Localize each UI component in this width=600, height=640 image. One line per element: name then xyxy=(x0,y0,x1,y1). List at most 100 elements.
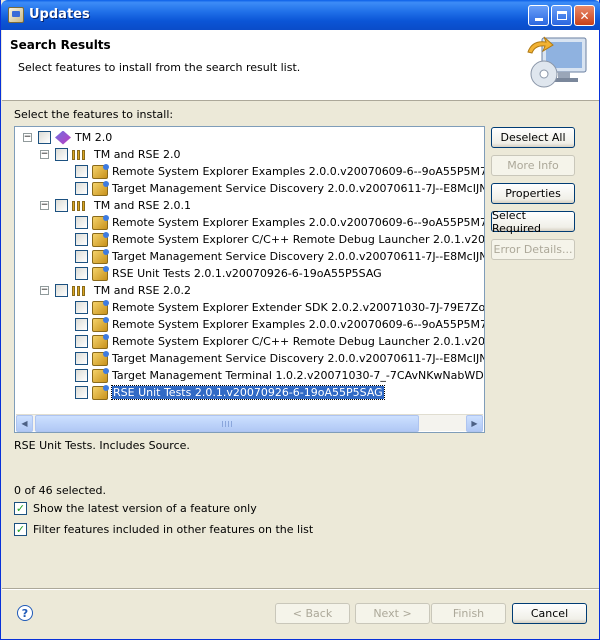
header-banner: Search Results Select features to instal… xyxy=(2,30,599,101)
feature-icon xyxy=(92,367,109,383)
feature-checkbox[interactable] xyxy=(75,369,88,382)
deselect-all-button[interactable]: Deselect All xyxy=(491,127,575,148)
feature-row[interactable]: Target Management Terminal 1.0.2.v200710… xyxy=(60,367,484,384)
error-details-button[interactable]: Error Details... xyxy=(491,239,575,260)
tree-item-label: Remote System Explorer Examples 2.0.0.v2… xyxy=(112,165,485,178)
feature-icon xyxy=(92,299,109,315)
footer-divider xyxy=(2,588,599,590)
tree-item-label: RSE Unit Tests 2.0.1.v20070926-6-19oA55P… xyxy=(112,267,382,280)
close-icon: ✕ xyxy=(579,8,590,23)
show-latest-checkbox[interactable]: ✓ xyxy=(14,502,27,515)
help-icon[interactable]: ? xyxy=(17,605,33,621)
filter-included-label: Filter features included in other featur… xyxy=(33,523,314,536)
title-bar[interactable]: Updates ✕ xyxy=(1,0,600,30)
select-required-button[interactable]: Select Required xyxy=(491,209,575,235)
feature-row[interactable]: Remote System Explorer C/C++ Remote Debu… xyxy=(60,231,485,248)
tree-item-label: TM and RSE 2.0 xyxy=(94,148,181,161)
feature-checkbox[interactable] xyxy=(55,148,68,161)
feature-checkbox[interactable] xyxy=(75,335,88,348)
features-tree[interactable]: − TM 2.0 − TM and RSE 2.0 Remote System Expl… xyxy=(14,126,485,433)
collapse-toggle-icon[interactable]: − xyxy=(40,150,49,159)
category-row[interactable]: − TM and RSE 2.0.2 xyxy=(40,282,191,299)
feature-row[interactable]: Remote System Explorer Examples 2.0.0.v2… xyxy=(60,214,485,231)
feature-checkbox[interactable] xyxy=(75,250,88,263)
category-row[interactable]: − TM and RSE 2.0.1 xyxy=(40,197,191,214)
site-row[interactable]: − TM 2.0 xyxy=(23,129,112,146)
collapse-toggle-icon[interactable]: − xyxy=(40,201,49,210)
show-latest-label: Show the latest version of a feature onl… xyxy=(33,502,257,515)
feature-checkbox[interactable] xyxy=(75,216,88,229)
feature-checkbox[interactable] xyxy=(75,352,88,365)
feature-icon xyxy=(92,248,109,264)
show-latest-option[interactable]: ✓ Show the latest version of a feature o… xyxy=(14,502,257,515)
feature-icon xyxy=(92,163,109,179)
minimize-button[interactable] xyxy=(528,5,549,26)
tree-item-label: TM 2.0 xyxy=(75,131,113,144)
feature-row[interactable]: Target Management Service Discovery 2.0.… xyxy=(60,350,485,367)
filter-included-checkbox[interactable]: ✓ xyxy=(14,523,27,536)
update-wizard-icon xyxy=(527,36,587,88)
feature-row[interactable]: Remote System Explorer Extender SDK 2.0.… xyxy=(60,299,485,316)
feature-icon xyxy=(92,214,109,230)
feature-checkbox[interactable] xyxy=(75,233,88,246)
filter-included-option[interactable]: ✓ Filter features included in other feat… xyxy=(14,523,313,536)
tree-item-label: TM and RSE 2.0.2 xyxy=(94,284,191,297)
tree-item-label: TM and RSE 2.0.1 xyxy=(94,199,191,212)
feature-row[interactable]: Remote System Explorer Examples 2.0.0.v2… xyxy=(60,163,485,180)
page-description: Select features to install from the sear… xyxy=(18,61,301,74)
next-button[interactable]: Next > xyxy=(355,603,430,624)
feature-checkbox[interactable] xyxy=(75,301,88,314)
feature-checkbox[interactable] xyxy=(75,182,88,195)
collapse-toggle-icon[interactable]: − xyxy=(40,286,49,295)
maximize-icon xyxy=(556,11,567,20)
feature-checkbox[interactable] xyxy=(75,386,88,399)
category-icon xyxy=(72,148,90,162)
tree-item-label: Target Management Terminal 1.0.2.v200710… xyxy=(112,369,484,382)
feature-checkbox[interactable] xyxy=(75,267,88,280)
collapse-toggle-icon[interactable]: − xyxy=(23,133,32,142)
tree-item-label: RSE Unit Tests 2.0.1.v20070926-6-19oA55P… xyxy=(111,385,385,400)
page-title: Search Results xyxy=(10,38,111,52)
more-info-button[interactable]: More Info xyxy=(491,155,575,176)
scroll-left-button[interactable]: ◀ xyxy=(16,415,33,432)
feature-row[interactable]: Target Management Service Discovery 2.0.… xyxy=(60,180,485,197)
minimize-icon xyxy=(534,17,543,21)
feature-checkbox[interactable] xyxy=(75,165,88,178)
tree-item-label: Remote System Explorer Examples 2.0.0.v2… xyxy=(112,318,485,331)
feature-checkbox[interactable] xyxy=(55,199,68,212)
tree-item-label: Remote System Explorer C/C++ Remote Debu… xyxy=(112,233,485,246)
category-row[interactable]: − TM and RSE 2.0 xyxy=(40,146,180,163)
feature-row[interactable]: Target Management Service Discovery 2.0.… xyxy=(60,248,485,265)
updates-window: Updates ✕ Search Results Select features… xyxy=(0,0,600,640)
back-button[interactable]: < Back xyxy=(275,603,350,624)
cancel-button[interactable]: Cancel xyxy=(512,603,587,624)
category-icon xyxy=(72,199,90,213)
finish-button[interactable]: Finish xyxy=(431,603,506,624)
tree-item-label: Target Management Service Discovery 2.0.… xyxy=(112,250,485,263)
feature-icon xyxy=(92,384,109,400)
tree-item-label: Target Management Service Discovery 2.0.… xyxy=(112,182,485,195)
maximize-button[interactable] xyxy=(551,5,572,26)
scroll-right-button[interactable]: ▶ xyxy=(466,415,483,432)
tree-item-label: Target Management Service Discovery 2.0.… xyxy=(112,352,485,365)
feature-icon xyxy=(92,265,109,281)
scroll-thumb[interactable] xyxy=(35,415,419,432)
tree-item-label: Remote System Explorer Examples 2.0.0.v2… xyxy=(112,216,485,229)
feature-checkbox[interactable] xyxy=(38,131,51,144)
properties-button[interactable]: Properties xyxy=(491,183,575,204)
feature-checkbox[interactable] xyxy=(75,318,88,331)
arrow-right-icon: ▶ xyxy=(471,419,478,428)
horizontal-scrollbar[interactable]: ◀ ▶ xyxy=(16,414,483,432)
feature-icon xyxy=(92,316,109,332)
features-label: Select the features to install: xyxy=(14,108,174,121)
category-icon xyxy=(72,284,90,298)
feature-checkbox[interactable] xyxy=(55,284,68,297)
tree-item-label: Remote System Explorer Extender SDK 2.0.… xyxy=(112,301,485,314)
feature-row[interactable]: Remote System Explorer Examples 2.0.0.v2… xyxy=(60,316,485,333)
feature-row[interactable]: RSE Unit Tests 2.0.1.v20070926-6-19oA55P… xyxy=(60,265,382,282)
feature-icon xyxy=(92,333,109,349)
feature-row[interactable]: Remote System Explorer C/C++ Remote Debu… xyxy=(60,333,484,350)
close-button[interactable]: ✕ xyxy=(574,5,595,26)
grip-icon xyxy=(222,421,232,427)
feature-row[interactable]: RSE Unit Tests 2.0.1.v20070926-6-19oA55P… xyxy=(60,384,385,401)
